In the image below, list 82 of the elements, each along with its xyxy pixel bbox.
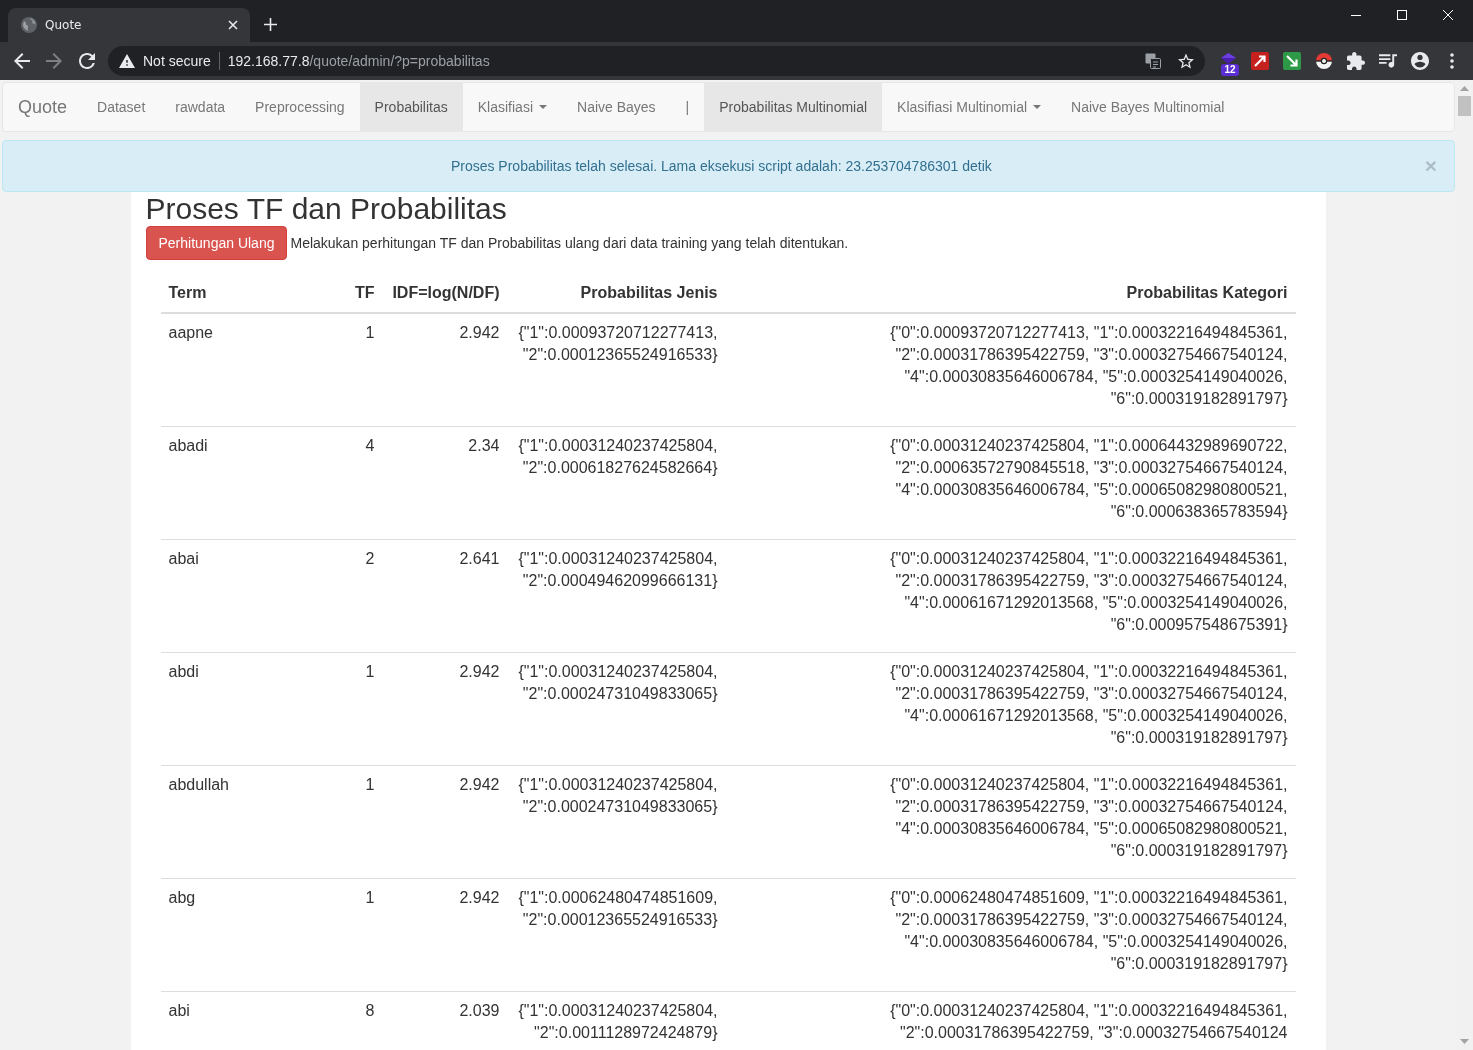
- column-header: Term: [160, 274, 339, 313]
- table-cell: {"1":0.00093720712277413, "2":0.00012365524916533}: [507, 313, 726, 427]
- nav-link[interactable]: Preprocessing: [240, 83, 360, 131]
- column-header: IDF=log(N/DF): [382, 274, 508, 313]
- arrow-tile-icon[interactable]: [1251, 52, 1269, 70]
- nav-link[interactable]: Probabilitas: [359, 83, 463, 131]
- star-icon[interactable]: [1178, 53, 1194, 69]
- nav-link[interactable]: Naive Bayes: [562, 83, 671, 131]
- plus-icon[interactable]: [264, 18, 277, 31]
- nav-dropdown[interactable]: Klasifiasi Multinomial: [882, 83, 1057, 131]
- caret-icon: [539, 105, 547, 109]
- nav-link[interactable]: rawdata: [160, 83, 241, 131]
- table-cell: abai: [160, 539, 339, 653]
- table-cell: {"0":0.00031240237425804, "1":0.00032216494845361, "2":0.00031786395422759, "3":0.00032754667540124, "4":0.00061671292013568, "5":0.0003254149040026, "6":0.000319182891797}: [725, 652, 1296, 766]
- globe-icon: [21, 17, 37, 33]
- table-cell: {"0":0.00031240237425804, "1":0.00064432989690722, "2":0.00063572790845518, "3":0.00032754667540124, "4":0.00030835646006784, "5":0.00065082980800521, "6":0.000638365783594}: [725, 426, 1296, 540]
- table-cell: 2.34: [382, 426, 508, 540]
- ball-icon[interactable]: [1315, 52, 1333, 70]
- table-cell: 4: [338, 426, 383, 540]
- table-cell: {"1":0.00031240237425804, "2":0.00024731049833065}: [507, 765, 726, 879]
- table-cell: {"0":0.00031240237425804, "1":0.00032216494845361, "2":0.00031786395422759, "3":0.00032754667540124, "4":0.00030835646006784, "5":0.00065082980800521, "6":0.000319182891797}: [725, 765, 1296, 879]
- table-cell: 1: [338, 878, 383, 992]
- table-cell: abadi: [160, 426, 339, 540]
- nav-link[interactable]: Naive Bayes Multinomial: [1056, 83, 1240, 131]
- table-cell: 1: [338, 765, 383, 879]
- address-bar[interactable]: Not secure 192.168.77.8/quote/admin/?p=probabilitas: [108, 46, 1205, 76]
- table-cell: {"0":0.00031240237425804, "1":0.00032216494845361, "2":0.00031786395422759, "3":0.00032754667540124: [725, 991, 1296, 1050]
- nav-link[interactable]: Dataset: [82, 83, 161, 131]
- table-cell: abdi: [160, 652, 339, 766]
- table-cell: abg: [160, 878, 339, 992]
- table-cell: 2.641: [382, 539, 508, 653]
- nav-link[interactable]: Probabilitas Multinomial: [704, 83, 883, 131]
- nav-dropdown[interactable]: Klasifiasi: [462, 83, 562, 131]
- close-icon[interactable]: [228, 20, 238, 30]
- scrollbar[interactable]: [1456, 80, 1473, 1050]
- table-cell: {"1":0.00031240237425804, "2":0.00024731049833065}: [507, 652, 726, 766]
- column-header: Probabilitas Jenis: [507, 274, 726, 313]
- column-header: Probabilitas Kategori: [725, 274, 1296, 313]
- profile-icon[interactable]: [1411, 52, 1429, 70]
- table-cell: {"1":0.00031240237425804, "2":0.00061827624582664}: [507, 426, 726, 540]
- menu-icon[interactable]: [1450, 53, 1454, 69]
- column-header: TF: [338, 274, 383, 313]
- table-cell: {"0":0.00062480474851609, "1":0.00032216494845361, "2":0.00031786395422759, "3":0.00032754667540124, "4":0.00030835646006784, "5":0.0003254149040026, "6":0.000319182891797}: [725, 878, 1296, 992]
- arrow-tile-icon[interactable]: [1283, 52, 1301, 70]
- page-heading: Proses TF dan Probabilitas: [145, 192, 508, 225]
- forward-icon[interactable]: [46, 53, 62, 69]
- table-cell: 8: [338, 991, 383, 1050]
- browser-tab[interactable]: Quote: [8, 8, 250, 42]
- recalculate-button[interactable]: Perhitungan Ulang: [145, 226, 288, 260]
- back-icon[interactable]: [14, 53, 30, 69]
- table-cell: {"1":0.00031240237425804, "2":0.0011128972424879}: [507, 991, 726, 1050]
- maximize-icon[interactable]: [1397, 10, 1407, 20]
- tab-title: Quote: [45, 18, 83, 32]
- extension-badge: 12: [1221, 63, 1239, 76]
- table-cell: {"1":0.00062480474851609, "2":0.00012365524916533}: [507, 878, 726, 992]
- table-cell: {"0":0.00093720712277413, "1":0.00032216494845361, "2":0.00031786395422759, "3":0.00032754667540124, "4":0.00030835646006784, "5":0.0003254149040026, "6":0.000319182891797}: [725, 313, 1296, 427]
- brand-link[interactable]: Quote: [3, 83, 83, 131]
- table-cell: 2.942: [382, 313, 508, 427]
- alert-message: Proses Probabilitas telah selesai. Lama eksekusi script adalah: 23.253704786301 detik: [449, 157, 993, 176]
- puzzle-icon[interactable]: [1347, 52, 1365, 70]
- table-cell: 2.942: [382, 765, 508, 879]
- scroll-thumb[interactable]: [1458, 96, 1471, 116]
- table-cell: {"1":0.00031240237425804, "2":0.00049462099666131}: [507, 539, 726, 653]
- nav-separator: |: [684, 98, 691, 117]
- table-cell: abi: [160, 991, 339, 1050]
- table-cell: 1: [338, 313, 383, 427]
- url-text: 192.168.77.8/quote/admin/?p=probabilitas: [227, 53, 490, 69]
- table-cell: 2.942: [382, 878, 508, 992]
- table-cell: abdullah: [160, 765, 339, 879]
- caret-icon: [1033, 105, 1042, 109]
- table-cell: 1: [338, 652, 383, 766]
- reload-icon[interactable]: [79, 53, 95, 69]
- warning-icon: [119, 54, 135, 68]
- table-cell: 2.039: [382, 991, 508, 1050]
- description-text: Melakukan perhitungan TF dan Probabilitas ulang dari data training yang telah ditentukan.: [290, 235, 849, 251]
- translate-icon[interactable]: [1145, 53, 1161, 69]
- security-label: Not secure: [143, 53, 211, 69]
- table-cell: 2: [338, 539, 383, 653]
- table-cell: {"0":0.00031240237425804, "1":0.00032216494845361, "2":0.00031786395422759, "3":0.00032754667540124, "4":0.00061671292013568, "5":0.0003254149040026, "6":0.000957548675391}: [725, 539, 1296, 653]
- table-cell: 2.942: [382, 652, 508, 766]
- table-cell: aapne: [160, 313, 339, 427]
- playlist-icon[interactable]: [1379, 52, 1397, 70]
